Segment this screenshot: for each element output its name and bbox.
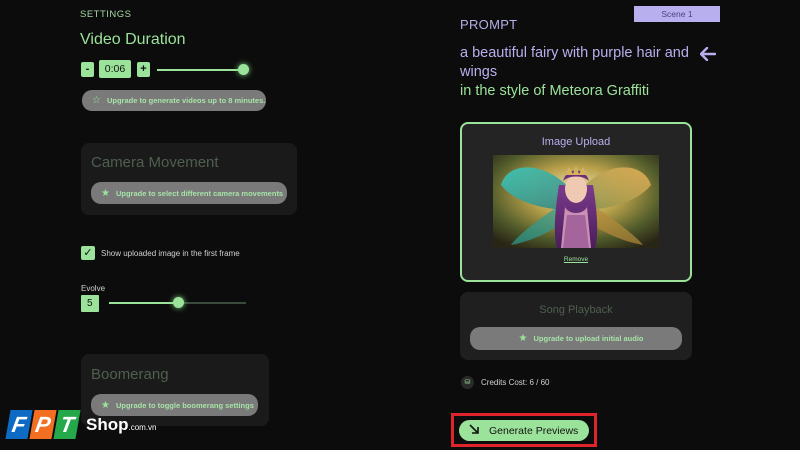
credits-cost: Credits Cost: 6 / 60 (481, 378, 550, 387)
generate-previews-button[interactable]: Generate Previews (459, 420, 589, 441)
upgrade-duration-text: Upgrade to generate videos up to 8 minut… (106, 96, 266, 105)
duration-slider[interactable] (157, 69, 243, 71)
duration-minus-button[interactable]: - (81, 62, 94, 77)
star-outline-icon: ☆ (92, 95, 101, 106)
generate-previews-label: Generate Previews (489, 424, 579, 437)
evolve-slider-knob[interactable] (173, 297, 184, 308)
arrow-down-right-icon (469, 424, 479, 437)
remove-image-link[interactable]: Remove (460, 256, 692, 263)
evolve-slider-fill (109, 302, 178, 304)
logo-letter-f: F (5, 410, 33, 439)
prompt-text: a beautiful fairy with purple hair and w… (460, 45, 689, 80)
evolve-value[interactable]: 5 (81, 295, 99, 312)
logo-letter-t: T (53, 410, 81, 439)
scene-tag[interactable]: Scene 1 (634, 6, 720, 22)
upgrade-audio-button[interactable]: ★ Upgrade to upload initial audio (470, 327, 682, 350)
star-icon: ★ (101, 187, 110, 199)
image-upload-title: Image Upload (541, 136, 611, 148)
show-uploaded-checkbox[interactable]: ✓ (81, 246, 95, 260)
duration-slider-fill (157, 69, 243, 71)
star-icon: ★ (518, 333, 528, 344)
duration-plus-button[interactable]: + (137, 62, 150, 77)
prompt-style: in the style of Meteora Graffiti (460, 83, 650, 99)
evolve-label: Evolve (81, 284, 106, 293)
upgrade-camera-text: Upgrade to select different camera movem… (115, 188, 284, 198)
coins-icon: ⛁ (461, 376, 474, 389)
song-playback-title: Song Playback (539, 304, 613, 316)
upgrade-duration-button[interactable]: ☆ Upgrade to generate videos up to 8 min… (82, 90, 266, 111)
uploaded-fairy-image (493, 155, 659, 248)
arrow-left-icon[interactable] (699, 46, 717, 66)
duration-slider-knob[interactable] (238, 64, 249, 75)
logo-shop: Shop (86, 415, 129, 434)
logo-domain: .com.vn (128, 423, 157, 432)
settings-label: SETTINGS (80, 9, 132, 20)
video-duration-title: Video Duration (80, 31, 186, 48)
duration-value[interactable]: 0:06 (99, 60, 131, 78)
upgrade-camera-button[interactable]: ★ Upgrade to select different camera mov… (91, 182, 287, 204)
show-uploaded-label: Show uploaded image in the first frame (101, 249, 240, 258)
fpt-shop-logo: F P T Shop.com.vn (5, 403, 157, 439)
boomerang-title: Boomerang (91, 366, 169, 383)
logo-shop-text: Shop.com.vn (86, 415, 157, 435)
prompt-label: PROMPT (460, 17, 518, 32)
logo-letter-p: P (29, 410, 57, 439)
upgrade-audio-text: Upgrade to upload initial audio (533, 334, 644, 343)
camera-movement-title: Camera Movement (91, 154, 219, 171)
